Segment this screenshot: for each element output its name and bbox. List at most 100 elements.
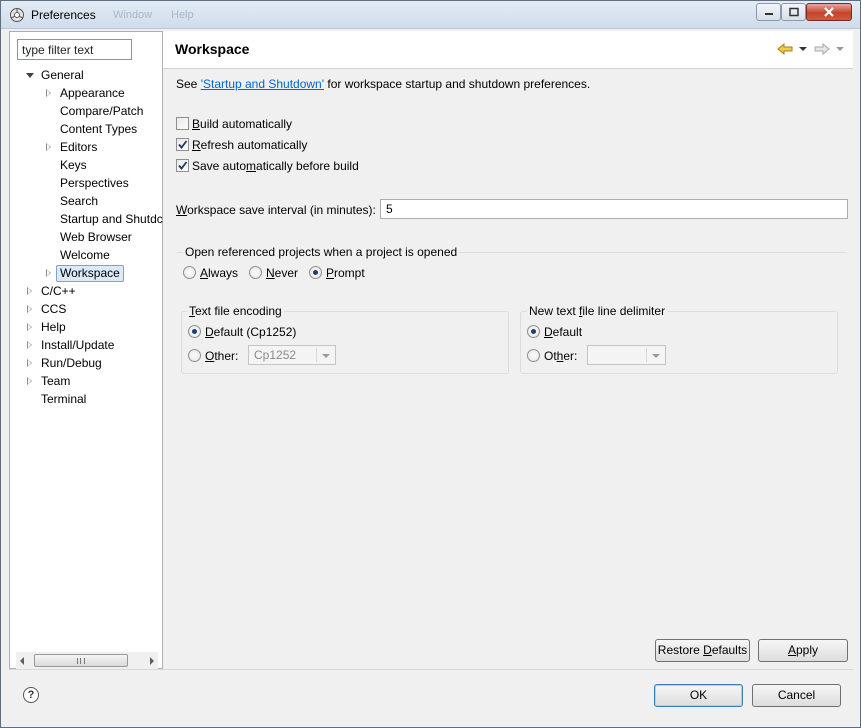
- intro-suffix: for workspace startup and shutdown prefe…: [324, 77, 591, 91]
- tree-item-welcome[interactable]: Welcome: [10, 246, 162, 264]
- checkmark-icon: [178, 161, 188, 170]
- delimiter-other-radio[interactable]: [527, 349, 540, 362]
- encoding-other-combo[interactable]: Cp1252: [248, 345, 336, 365]
- tree-item-label: Editors: [60, 140, 98, 154]
- back-arrow-icon[interactable]: [777, 43, 793, 55]
- text-encoding-title: Text file encoding: [187, 304, 284, 318]
- tree-item-perspectives[interactable]: Perspectives: [10, 174, 162, 192]
- tree-item-run-debug[interactable]: Run/Debug: [10, 354, 162, 372]
- save-interval-label: Workspace save interval (in minutes):: [176, 203, 376, 217]
- tree-collapsed-icon[interactable]: [46, 143, 51, 151]
- apply-button[interactable]: Apply: [758, 639, 848, 662]
- open-projects-title: Open referenced projects when a project …: [183, 245, 460, 259]
- page-title: Workspace: [175, 41, 250, 57]
- tree-collapsed-icon[interactable]: [27, 305, 32, 313]
- encoding-other-label: Other:: [205, 349, 239, 363]
- scrollbar-thumb[interactable]: [34, 654, 128, 667]
- tree-item-install-update[interactable]: Install/Update: [10, 336, 162, 354]
- tree-item-appearance[interactable]: Appearance: [10, 84, 162, 102]
- tree-item-ccs[interactable]: CCS: [10, 300, 162, 318]
- tree-item-editors[interactable]: Editors: [10, 138, 162, 156]
- refresh-automatically-checkbox[interactable]: [176, 138, 189, 151]
- forward-arrow-icon[interactable]: [814, 43, 830, 55]
- tree-item-label: Perspectives: [60, 176, 129, 190]
- tree-item-terminal[interactable]: Terminal: [10, 390, 162, 408]
- tree-item-startup-and-shutdc[interactable]: Startup and Shutdc: [10, 210, 163, 228]
- tree-collapsed-icon[interactable]: [27, 359, 32, 367]
- open-prompt-radio[interactable]: [309, 266, 322, 279]
- build-automatically-label: Build automatically: [192, 117, 293, 131]
- restore-defaults-button[interactable]: Restore Defaults: [655, 639, 750, 662]
- save-before-build-checkbox[interactable]: [176, 159, 189, 172]
- open-never-radio[interactable]: [249, 266, 262, 279]
- delimiter-other-combo[interactable]: [587, 345, 666, 365]
- tree-collapsed-icon[interactable]: [27, 287, 32, 295]
- tree-item-c-c[interactable]: C/C++: [10, 282, 162, 300]
- tree-item-content-types[interactable]: Content Types: [10, 120, 162, 138]
- minimize-button[interactable]: [756, 3, 781, 21]
- tree-item-help[interactable]: Help: [10, 318, 162, 336]
- tree-item-keys[interactable]: Keys: [10, 156, 162, 174]
- tree-collapsed-icon[interactable]: [46, 89, 51, 97]
- delimiter-default-label: Default: [544, 325, 583, 339]
- intro-text: See 'Startup and Shutdown' for workspace…: [176, 77, 590, 91]
- delimiter-other-label: Other:: [544, 349, 578, 363]
- tree-item-label: Search: [60, 194, 99, 208]
- encoding-default-label: Default (Cp1252): [205, 325, 297, 339]
- open-always-radio[interactable]: [183, 266, 196, 279]
- tree-item-label: Compare/Patch: [60, 104, 144, 118]
- tree-collapsed-icon[interactable]: [27, 323, 32, 331]
- line-delimiter-title: New text file line delimiter: [527, 304, 668, 318]
- forward-history-dropdown-icon[interactable]: [836, 47, 844, 51]
- filter-input[interactable]: [17, 39, 132, 60]
- save-interval-input[interactable]: [380, 199, 848, 219]
- tree-collapsed-icon[interactable]: [27, 341, 32, 349]
- startup-shutdown-link[interactable]: 'Startup and Shutdown': [201, 77, 324, 91]
- tree-item-label: Workspace: [56, 265, 124, 282]
- line-delimiter-group: [520, 311, 838, 374]
- open-prompt-label: Prompt: [326, 266, 365, 280]
- tree-item-label: Keys: [60, 158, 87, 172]
- tree-item-label: Install/Update: [41, 338, 115, 352]
- tree-item-label: Run/Debug: [41, 356, 102, 370]
- delimiter-default-radio[interactable]: [527, 325, 540, 338]
- tree-item-label: Team: [41, 374, 71, 388]
- intro-prefix: See: [176, 77, 201, 91]
- title-bar[interactable]: Preferences Window Help: [1, 1, 860, 29]
- tree-item-compare-patch[interactable]: Compare/Patch: [10, 102, 162, 120]
- eclipse-app-icon: [10, 8, 24, 22]
- window-title: Preferences: [31, 8, 96, 22]
- chevron-down-icon: [322, 354, 330, 358]
- tree-item-label: Welcome: [60, 248, 110, 262]
- close-button[interactable]: [806, 3, 852, 21]
- tree-collapsed-icon[interactable]: [46, 269, 51, 277]
- tree-expanded-icon[interactable]: [26, 73, 34, 78]
- build-automatically-checkbox[interactable]: [176, 117, 189, 130]
- ok-button[interactable]: OK: [654, 684, 743, 707]
- tree-item-workspace[interactable]: Workspace: [10, 264, 162, 282]
- tree-collapsed-icon[interactable]: [27, 377, 32, 385]
- tree-item-search[interactable]: Search: [10, 192, 162, 210]
- encoding-other-value: Cp1252: [254, 348, 297, 362]
- encoding-other-radio[interactable]: [188, 349, 201, 362]
- close-icon: [824, 7, 834, 17]
- tree-item-general[interactable]: General: [10, 66, 162, 84]
- scroll-right-icon[interactable]: [150, 657, 154, 665]
- tree-item-label: Startup and Shutdc: [60, 212, 163, 226]
- ghost-menu-help: Help: [171, 9, 194, 21]
- maximize-button[interactable]: [781, 3, 806, 21]
- encoding-default-radio[interactable]: [188, 325, 201, 338]
- maximize-icon: [788, 7, 799, 17]
- checkmark-icon: [178, 140, 188, 149]
- scroll-left-icon[interactable]: [20, 657, 24, 665]
- tree-item-label: C/C++: [41, 284, 76, 298]
- tree-item-web-browser[interactable]: Web Browser: [10, 228, 162, 246]
- tree-item-team[interactable]: Team: [10, 372, 162, 390]
- page-content: See 'Startup and Shutdown' for workspace…: [163, 70, 853, 669]
- cancel-button[interactable]: Cancel: [752, 684, 841, 707]
- minimize-icon: [764, 13, 773, 15]
- preference-tree-panel: General Appearance Compare/Patch Content Ty…: [9, 31, 163, 669]
- tree-horizontal-scrollbar[interactable]: [16, 652, 158, 669]
- help-icon[interactable]: ?: [23, 687, 39, 703]
- back-history-dropdown-icon[interactable]: [799, 47, 807, 51]
